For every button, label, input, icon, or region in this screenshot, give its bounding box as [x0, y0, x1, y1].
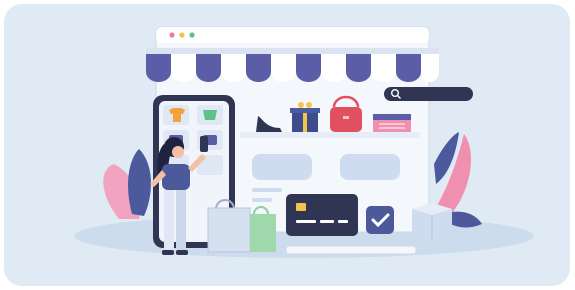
credit-card-icon — [286, 194, 358, 236]
wall-line-2 — [252, 198, 272, 202]
window-dot-yellow — [179, 32, 185, 38]
online-shop-illustration — [74, 26, 534, 258]
search-icon — [390, 88, 402, 100]
store-topbar — [156, 27, 429, 43]
window-dot-red — [169, 32, 175, 38]
wall-card-right — [340, 154, 400, 180]
illustration-frame — [4, 4, 570, 286]
awning-bar — [146, 48, 439, 54]
package-box-icon — [412, 203, 452, 241]
box-icon — [373, 114, 411, 132]
check-icon — [366, 206, 394, 234]
plant-left-blue — [128, 149, 151, 216]
counter-top — [285, 245, 417, 255]
wall-line-1 — [252, 188, 282, 192]
wall-card-left — [252, 154, 312, 180]
shopping-bag-icon — [207, 199, 276, 253]
product-shelf — [240, 132, 420, 138]
window-dot-green — [189, 32, 195, 38]
search-bar[interactable] — [384, 87, 473, 101]
bag-product-icon — [203, 110, 217, 120]
